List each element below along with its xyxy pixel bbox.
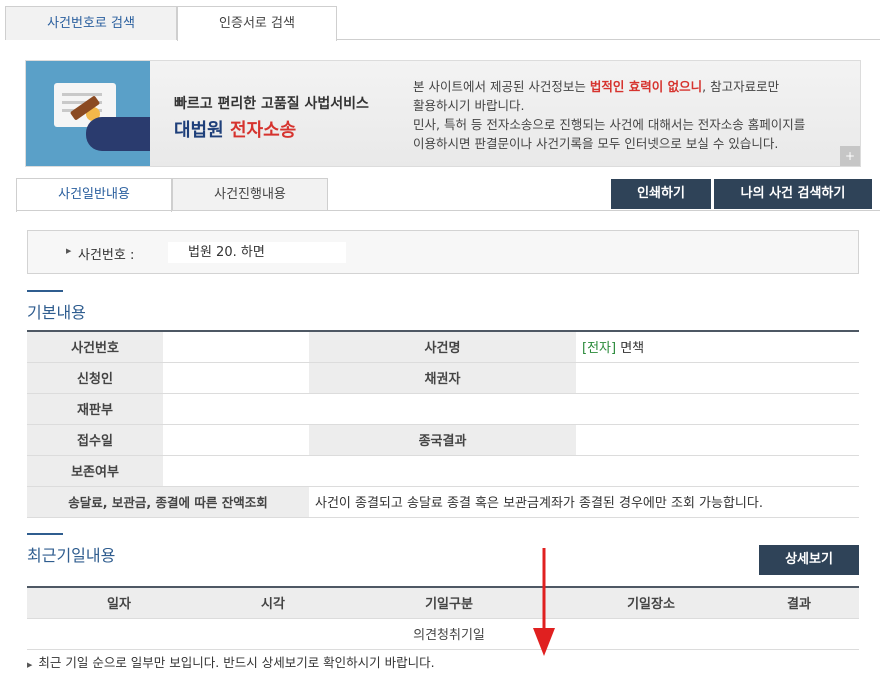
case-number-box: ▶ 사건번호 : 법원 20. 하면: [27, 230, 859, 274]
case-number-value: 법원 20. 하면: [168, 242, 346, 263]
detail-view-button[interactable]: 상세보기: [759, 545, 859, 575]
field-value: [576, 362, 859, 394]
column-header: 시각: [211, 587, 335, 619]
tab-search-by-case-number[interactable]: 사건번호로 검색: [5, 6, 177, 40]
tab-case-general[interactable]: 사건일반내용: [16, 178, 172, 212]
table-row: 접수일 종국결과: [27, 424, 859, 456]
table-header-row: 일자 시각 기일구분 기일장소 결과: [27, 587, 859, 619]
arrow-icon: ▶: [66, 247, 72, 255]
field-label: 접수일: [27, 424, 163, 456]
table-cell: [27, 618, 211, 650]
recent-hearing-note: ▶ 최근 기일 순으로 일부만 보입니다. 반드시 상세보기로 확인하시기 바랍니…: [27, 655, 435, 670]
table-cell: [739, 618, 859, 650]
field-label: 신청인: [27, 362, 163, 394]
column-header: 기일구분: [335, 587, 563, 619]
case-detail-tabs: 사건일반내용 사건진행내용: [16, 178, 328, 212]
table-row: 신청인 채권자: [27, 362, 859, 394]
recent-hearing-title: 최근기일내용: [27, 546, 116, 565]
table-row: 재판부: [27, 393, 859, 425]
tabs-divider: [16, 210, 880, 211]
print-button[interactable]: 인쇄하기: [611, 179, 711, 209]
banner-title: 대법원 전자소송: [174, 120, 297, 141]
section-marker: [27, 533, 63, 535]
balance-inquiry-label: 송달료, 보관금, 종결에 따른 잔액조회: [27, 486, 309, 518]
field-value: [163, 424, 309, 456]
table-row: 보존여부: [27, 455, 859, 487]
banner-notice: 본 사이트에서 제공된 사건정보는 법적인 효력이 없으니, 참고자료로만 활용…: [413, 79, 806, 151]
table-row: 사건번호 사건명 [전자] 면책: [27, 331, 859, 363]
annotation-arrow-icon: [533, 548, 555, 656]
column-header: 기일장소: [563, 587, 739, 619]
field-value: [163, 455, 859, 487]
plus-icon[interactable]: +: [840, 146, 860, 166]
tab-case-progress[interactable]: 사건진행내용: [172, 178, 328, 211]
arrow-icon: ▶: [27, 661, 33, 669]
case-number-label: 사건번호 :: [78, 248, 135, 263]
my-case-search-button[interactable]: 나의 사건 검색하기: [714, 179, 872, 209]
field-value: [163, 331, 309, 363]
field-label: 사건명: [309, 331, 576, 363]
table-cell: 의견청취기일: [335, 618, 563, 650]
field-value: [163, 362, 309, 394]
table-row: 송달료, 보관금, 종결에 따른 잔액조회 사건이 종결되고 송달료 종결 혹은…: [27, 486, 859, 518]
field-value: [576, 424, 859, 456]
column-header: 일자: [27, 587, 211, 619]
field-label: 사건번호: [27, 331, 163, 363]
balance-inquiry-note: 사건이 종결되고 송달료 종결 혹은 보관금계좌가 종결된 경우에만 조회 가능…: [309, 486, 859, 518]
column-header: 결과: [739, 587, 859, 619]
field-value: [163, 393, 859, 425]
field-label: 재판부: [27, 393, 163, 425]
table-cell: [211, 618, 335, 650]
field-label: 보존여부: [27, 455, 163, 487]
case-name-value: [전자] 면책: [576, 331, 859, 363]
gavel-icon: [26, 61, 150, 166]
field-label: 종국결과: [309, 424, 576, 456]
banner-slogan: 빠르고 편리한 고품질 사법서비스: [174, 96, 369, 112]
table-cell: [563, 618, 739, 650]
tab-search-by-certificate[interactable]: 인증서로 검색: [177, 6, 337, 41]
section-marker: [27, 290, 63, 292]
basic-info-table: 사건번호 사건명 [전자] 면책 신청인 채권자 재판부 접수일 종국결과 보존…: [27, 330, 859, 518]
search-mode-tabs: 사건번호로 검색 인증서로 검색: [5, 6, 880, 41]
field-label: 채권자: [309, 362, 576, 394]
recent-hearing-table: 일자 시각 기일구분 기일장소 결과 의견청취기일: [27, 586, 859, 650]
table-row: 의견청취기일: [27, 618, 859, 650]
e-litigation-banner[interactable]: 빠르고 편리한 고품질 사법서비스 대법원 전자소송 본 사이트에서 제공된 사…: [25, 60, 861, 167]
basic-info-title: 기본내용: [27, 303, 86, 322]
